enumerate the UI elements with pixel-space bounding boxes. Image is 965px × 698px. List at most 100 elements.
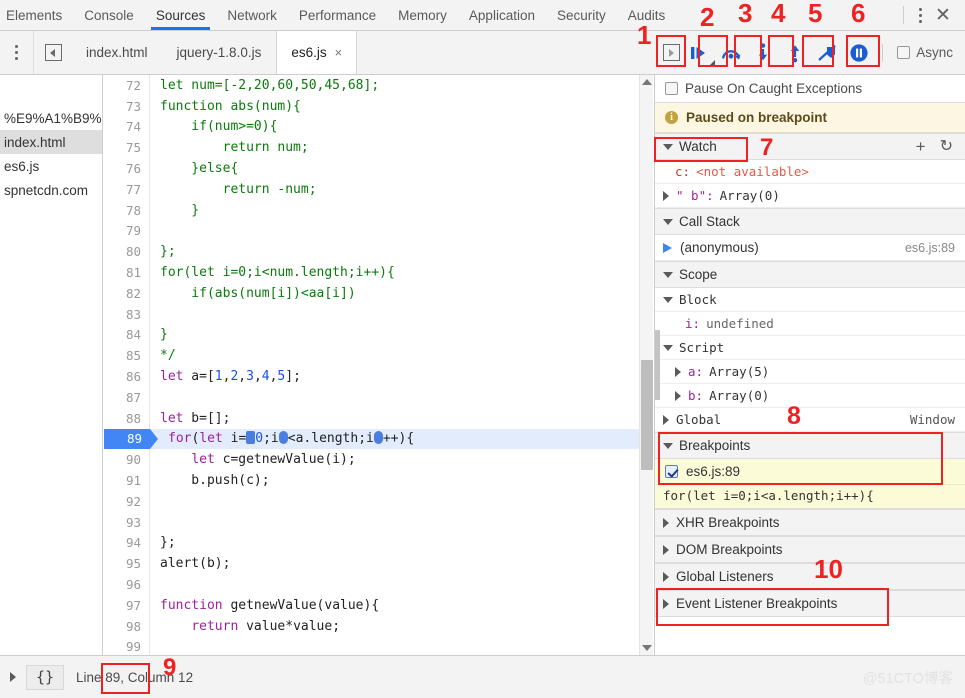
line-number-88[interactable]: 88 bbox=[104, 407, 150, 429]
file-tab-es6-js[interactable]: es6.js × bbox=[276, 31, 358, 74]
pretty-print-button[interactable]: {} bbox=[26, 664, 64, 690]
code-editor[interactable]: 72 let num=[-2,20,60,50,45,68]; 73 function… bbox=[104, 75, 653, 655]
code-line-74[interactable]: 74 if(num>=0){ bbox=[104, 116, 653, 138]
code-line-84[interactable]: 84} bbox=[104, 324, 653, 346]
code-line-85[interactable]: 85 */ bbox=[104, 345, 653, 367]
code-line-81[interactable]: 81 for(let i=0;i<num.length;i++){ bbox=[104, 262, 653, 283]
code-line-88[interactable]: 88 let b=[]; bbox=[104, 407, 653, 429]
step-out-of-current-function-button[interactable] bbox=[782, 40, 808, 66]
code-line-97[interactable]: 97 function getnewValue(value){ bbox=[104, 594, 653, 616]
chevron-right-icon[interactable] bbox=[675, 366, 681, 377]
line-number-80[interactable]: 80 bbox=[104, 241, 150, 263]
watch-entry-c[interactable]: c: <not available> bbox=[655, 160, 965, 184]
code-line-87[interactable]: 87 bbox=[104, 386, 653, 408]
code-line-79[interactable]: 79 bbox=[104, 220, 653, 242]
code-line-75[interactable]: 75 return num; bbox=[104, 137, 653, 159]
close-icon[interactable]: ✕ bbox=[930, 3, 956, 27]
breakpoint-item[interactable]: es6.js:89 bbox=[655, 459, 965, 485]
navigator-item-cdn[interactable]: spnetcdn.com bbox=[0, 178, 102, 202]
editor-scrollbar[interactable] bbox=[639, 75, 653, 655]
scope-group-block[interactable]: Block bbox=[655, 288, 965, 312]
line-number-76[interactable]: 76 bbox=[104, 158, 150, 179]
code-line-94[interactable]: 94}; bbox=[104, 532, 653, 554]
line-number-87[interactable]: 87 bbox=[104, 386, 150, 408]
code-line-73[interactable]: 73 function abs(num){ bbox=[104, 95, 653, 117]
scope-var-b[interactable]: b: Array(0) bbox=[655, 384, 965, 408]
line-number-82[interactable]: 82 bbox=[104, 282, 150, 304]
code-line-90[interactable]: 90 let c=getnewValue(i); bbox=[104, 449, 653, 471]
line-number-98[interactable]: 98 bbox=[104, 615, 150, 637]
deactivate-breakpoints-button[interactable] bbox=[814, 40, 840, 66]
code-line-80[interactable]: 80}; bbox=[104, 241, 653, 263]
code-line-96[interactable]: 96 bbox=[104, 574, 653, 595]
tab-console[interactable]: Console bbox=[73, 0, 145, 30]
line-number-83[interactable]: 83 bbox=[104, 303, 150, 325]
breakpoints-section-header[interactable]: Breakpoints bbox=[655, 432, 965, 459]
code-line-89[interactable]: 89 for(let i= 0;i <a.length;i ++){ bbox=[104, 428, 653, 450]
pause-on-caught-exceptions-row[interactable]: Pause On Caught Exceptions bbox=[655, 75, 965, 103]
tab-sources[interactable]: Sources bbox=[145, 0, 217, 30]
code-line-99[interactable]: 99 bbox=[104, 636, 653, 655]
line-number-75[interactable]: 75 bbox=[104, 137, 150, 159]
step-into-next-function-call-button[interactable] bbox=[750, 40, 776, 66]
line-number-94[interactable]: 94 bbox=[104, 532, 150, 554]
add-watch-expression-icon[interactable]: + bbox=[916, 138, 926, 155]
line-number-90[interactable]: 90 bbox=[104, 449, 150, 471]
async-checkbox-row[interactable]: Async bbox=[893, 45, 961, 60]
line-number-77[interactable]: 77 bbox=[104, 178, 150, 200]
tab-network[interactable]: Network bbox=[216, 0, 288, 30]
collapse-debugger-button[interactable] bbox=[656, 31, 686, 74]
code-line-93[interactable]: 93 bbox=[104, 511, 653, 533]
navigator-item-encoded[interactable]: %E9%A1%B9%E bbox=[0, 106, 102, 130]
code-line-82[interactable]: 82 if(abs(num[i])<aa[i]) bbox=[104, 282, 653, 304]
line-number-86[interactable]: 86 bbox=[104, 366, 150, 387]
pause-on-exceptions-button[interactable] bbox=[846, 40, 872, 66]
expand-console-drawer-icon[interactable] bbox=[0, 672, 26, 682]
line-number-96[interactable]: 96 bbox=[104, 574, 150, 595]
scope-section-header[interactable]: Scope bbox=[655, 261, 965, 288]
watch-section-header[interactable]: Watch + ↻ bbox=[655, 133, 965, 160]
code-line-98[interactable]: 98 return value*value; bbox=[104, 615, 653, 637]
tab-security[interactable]: Security bbox=[546, 0, 617, 30]
editor-scrollbar-thumb[interactable] bbox=[641, 360, 653, 470]
dom-breakpoints-section-header[interactable]: DOM Breakpoints bbox=[655, 536, 965, 563]
xhr-breakpoints-section-header[interactable]: XHR Breakpoints bbox=[655, 509, 965, 536]
code-line-83[interactable]: 83 bbox=[104, 303, 653, 325]
breakpoint-enabled-checkbox[interactable] bbox=[665, 465, 678, 478]
line-number-78[interactable]: 78 bbox=[104, 199, 150, 221]
code-line-76[interactable]: 76 }else{ bbox=[104, 158, 653, 179]
scroll-down-arrow-icon[interactable] bbox=[640, 641, 653, 655]
global-listeners-section-header[interactable]: Global Listeners bbox=[655, 563, 965, 590]
line-number-92[interactable]: 92 bbox=[104, 490, 150, 512]
code-line-86[interactable]: 86 let a=[1,2,3,4,5]; bbox=[104, 366, 653, 387]
navigator-more-options-icon[interactable] bbox=[0, 31, 34, 74]
chevron-down-icon[interactable] bbox=[663, 344, 673, 351]
line-number-81[interactable]: 81 bbox=[104, 262, 150, 283]
resume-script-execution-button[interactable] bbox=[686, 40, 716, 67]
chevron-right-icon[interactable] bbox=[663, 414, 669, 425]
step-over-next-function-call-button[interactable] bbox=[718, 40, 744, 66]
scroll-up-arrow-icon[interactable] bbox=[640, 75, 653, 89]
collapse-navigator-button[interactable] bbox=[34, 31, 72, 74]
code-line-91[interactable]: 91 b.push(c); bbox=[104, 470, 653, 491]
line-number-95[interactable]: 95 bbox=[104, 553, 150, 575]
tab-elements[interactable]: Elements bbox=[0, 0, 73, 30]
tab-memory[interactable]: Memory bbox=[387, 0, 458, 30]
event-listener-breakpoints-section-header[interactable]: Event Listener Breakpoints bbox=[655, 590, 965, 617]
file-tab-close-icon[interactable]: × bbox=[335, 45, 343, 60]
async-checkbox[interactable] bbox=[897, 46, 911, 59]
more-options-icon[interactable] bbox=[910, 4, 930, 26]
line-number-79[interactable]: 79 bbox=[104, 220, 150, 242]
scope-var-i[interactable]: i: undefined bbox=[655, 312, 965, 336]
chevron-right-icon[interactable] bbox=[663, 190, 669, 201]
code-line-72[interactable]: 72 let num=[-2,20,60,50,45,68]; bbox=[104, 75, 653, 96]
line-number-89[interactable]: 89 bbox=[104, 428, 158, 450]
line-number-97[interactable]: 97 bbox=[104, 594, 150, 616]
line-number-93[interactable]: 93 bbox=[104, 511, 150, 533]
line-number-91[interactable]: 91 bbox=[104, 470, 150, 491]
line-number-84[interactable]: 84 bbox=[104, 324, 150, 346]
tab-performance[interactable]: Performance bbox=[288, 0, 387, 30]
line-number-99[interactable]: 99 bbox=[104, 636, 150, 655]
file-tab-index-html[interactable]: index.html bbox=[72, 31, 163, 74]
line-number-72[interactable]: 72 bbox=[104, 75, 150, 96]
